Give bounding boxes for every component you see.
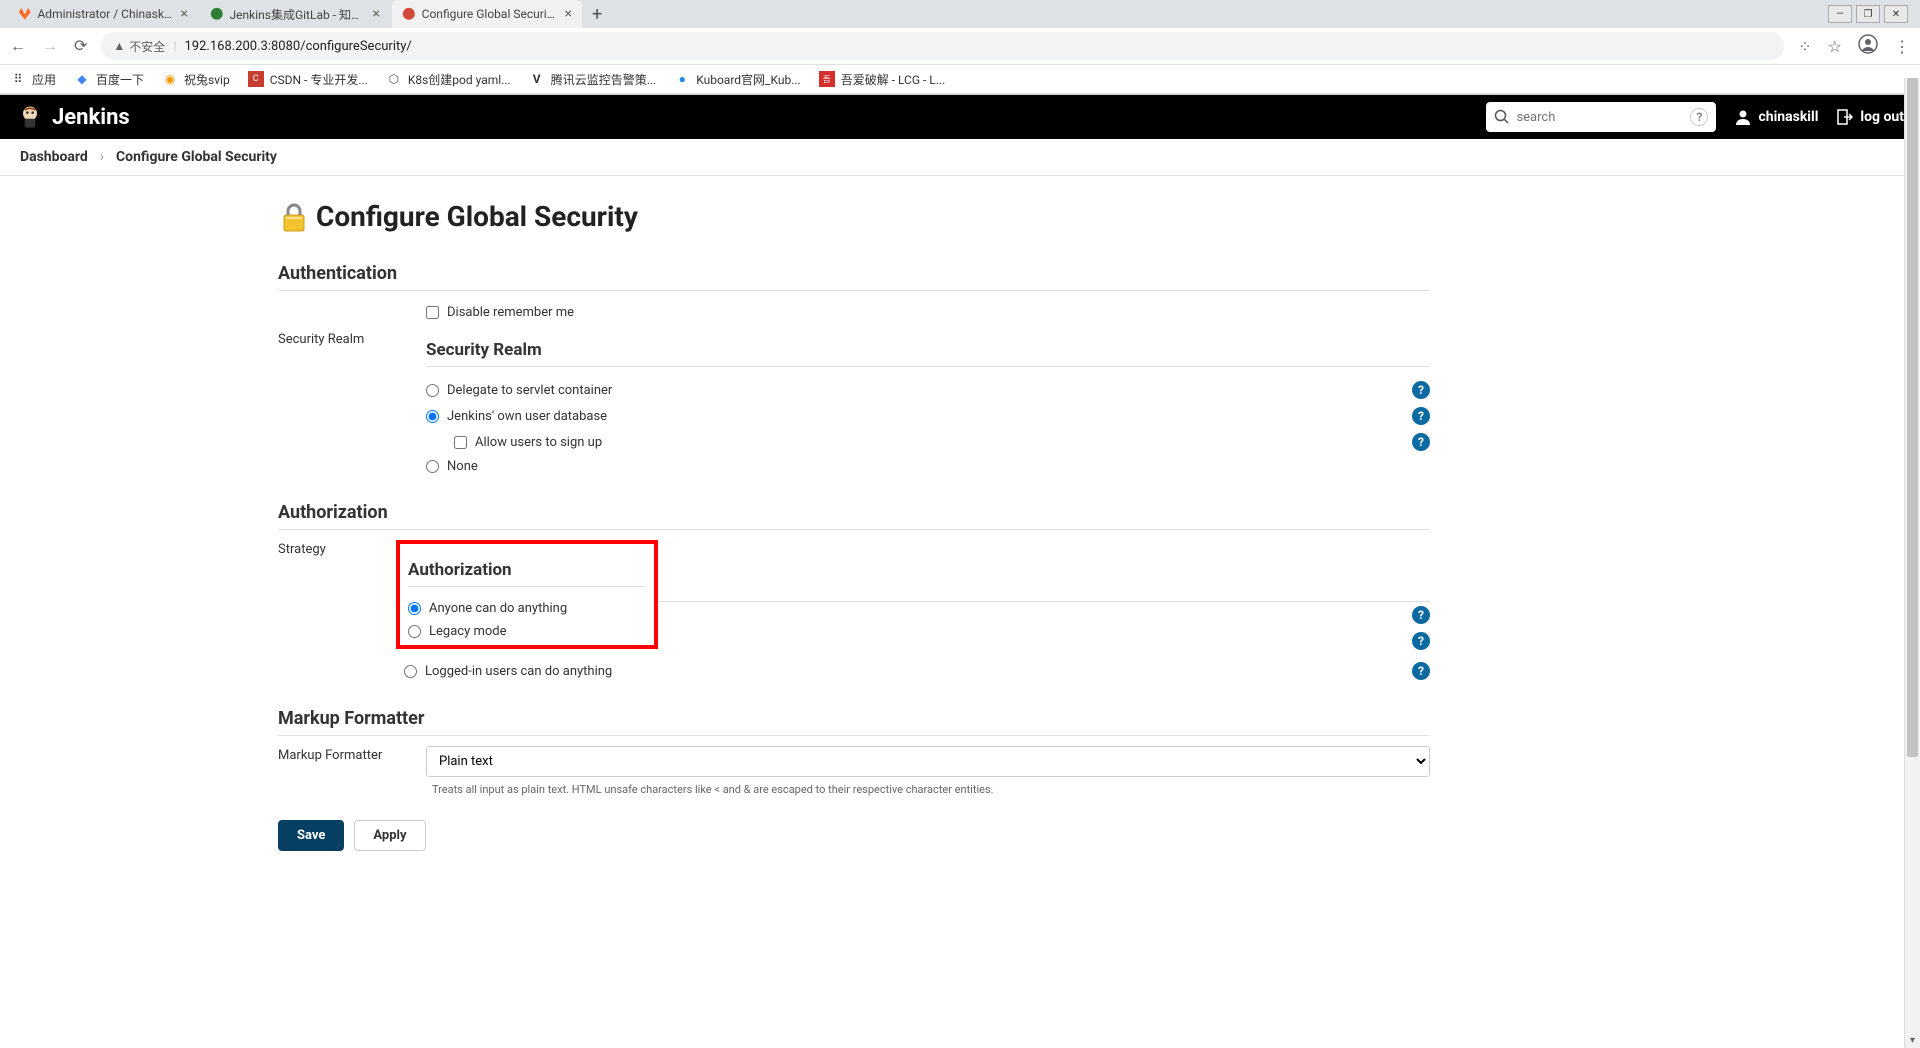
url-text: 192.168.200.3:8080/configureSecurity/ bbox=[185, 39, 412, 54]
loggedin-radio[interactable] bbox=[404, 665, 417, 678]
forward-icon[interactable]: → bbox=[42, 36, 58, 56]
security-realm-label: Security Realm bbox=[278, 330, 426, 347]
tab-close-icon[interactable]: × bbox=[373, 6, 380, 22]
anyone-radio[interactable] bbox=[408, 602, 421, 615]
tab-close-icon[interactable]: × bbox=[181, 6, 188, 22]
scrollbar-thumb[interactable] bbox=[1907, 78, 1918, 757]
browser-tab-3-active[interactable]: Configure Global Security [Jen × bbox=[392, 0, 582, 28]
page-title: Configure Global Security bbox=[278, 200, 1430, 233]
help-icon[interactable]: ? bbox=[1412, 632, 1430, 650]
window-minimize-icon[interactable]: — bbox=[1828, 5, 1852, 23]
anyone-label: Anyone can do anything bbox=[429, 601, 567, 616]
loggedin-label: Logged-in users can do anything bbox=[425, 664, 612, 679]
authorization-section-title: Authorization bbox=[278, 502, 1430, 530]
help-icon[interactable]: ? bbox=[1412, 407, 1430, 425]
lock-icon bbox=[278, 201, 310, 233]
apply-button[interactable]: Apply bbox=[354, 820, 425, 851]
back-icon[interactable]: ← bbox=[10, 36, 26, 56]
breadcrumb-dashboard[interactable]: Dashboard bbox=[20, 149, 88, 165]
csdn-icon: C bbox=[248, 71, 264, 87]
bookmark-item[interactable]: ◉祝兔svip bbox=[162, 71, 230, 88]
delegate-radio[interactable] bbox=[426, 384, 439, 397]
breadcrumb: Dashboard › Configure Global Security bbox=[0, 139, 1920, 176]
star-bookmark-icon[interactable]: ☆ bbox=[1828, 37, 1842, 56]
delegate-label: Delegate to servlet container bbox=[447, 383, 612, 398]
markup-section-title: Markup Formatter bbox=[278, 708, 1430, 736]
gitlab-favicon-icon bbox=[18, 6, 31, 22]
bookmark-item[interactable]: 吾吾爱破解 - LCG - L... bbox=[819, 71, 946, 88]
brand-text: Jenkins bbox=[52, 105, 130, 130]
bookmark-item[interactable]: ⬡K8s创建pod yaml... bbox=[386, 71, 511, 88]
jenkins-logo[interactable]: Jenkins bbox=[16, 103, 130, 131]
window-close-icon[interactable]: ✕ bbox=[1884, 5, 1908, 23]
search-help-icon[interactable]: ? bbox=[1690, 108, 1708, 126]
k8s-icon: ⬡ bbox=[386, 71, 402, 87]
security-realm-heading: Security Realm bbox=[426, 340, 1430, 367]
tab-title: Administrator / ChinaskillProje bbox=[37, 7, 174, 21]
bookmark-item[interactable]: V腾讯云监控告警策... bbox=[529, 71, 657, 88]
help-icon[interactable]: ? bbox=[1412, 662, 1430, 680]
zhihu-favicon-icon bbox=[210, 6, 224, 22]
browser-tab-1[interactable]: Administrator / ChinaskillProje × bbox=[8, 0, 198, 28]
markup-formatter-select[interactable]: Plain text bbox=[426, 746, 1430, 777]
menu-icon[interactable]: ⋮ bbox=[1894, 37, 1910, 56]
rabbit-icon: ◉ bbox=[162, 71, 178, 87]
security-warning-icon: ▲ 不安全 bbox=[113, 38, 165, 55]
browser-tab-2[interactable]: Jenkins集成GitLab - 知乎 - osc × bbox=[200, 0, 390, 28]
kuboard-icon: ● bbox=[674, 71, 690, 87]
jenkins-favicon-icon bbox=[402, 6, 416, 22]
bookmark-item[interactable]: CCSDN - 专业开发... bbox=[248, 71, 368, 88]
v-letter-icon: V bbox=[529, 71, 545, 87]
pojie-icon: 吾 bbox=[819, 71, 835, 87]
logout-button[interactable]: log out bbox=[1836, 108, 1904, 126]
new-tab-button[interactable]: + bbox=[584, 4, 610, 25]
window-maximize-icon[interactable]: ❐ bbox=[1856, 5, 1880, 23]
bookmark-item[interactable]: ●Kuboard官网_Kub... bbox=[674, 71, 801, 88]
username-text: chinaskill bbox=[1758, 109, 1818, 125]
disable-remember-checkbox[interactable] bbox=[426, 306, 439, 319]
translate-icon[interactable]: ⁘ bbox=[1798, 37, 1811, 56]
legacy-radio[interactable] bbox=[408, 625, 421, 638]
allow-signup-label: Allow users to sign up bbox=[475, 435, 602, 450]
legacy-label: Legacy mode bbox=[429, 624, 507, 639]
help-icon[interactable]: ? bbox=[1412, 381, 1430, 399]
search-icon bbox=[1494, 109, 1510, 125]
baidu-icon: ◆ bbox=[74, 71, 90, 87]
markup-formatter-label: Markup Formatter bbox=[278, 746, 426, 763]
user-icon bbox=[1734, 108, 1752, 126]
user-menu[interactable]: chinaskill bbox=[1734, 108, 1818, 126]
tab-title: Configure Global Security [Jen bbox=[422, 7, 559, 21]
tab-close-icon[interactable]: × bbox=[565, 6, 572, 22]
search-input[interactable] bbox=[1516, 110, 1684, 125]
logout-text: log out bbox=[1860, 109, 1904, 125]
logout-icon bbox=[1836, 108, 1854, 126]
browser-tab-bar: Administrator / ChinaskillProje × Jenkin… bbox=[0, 0, 1920, 28]
apps-button[interactable]: ⠿应用 bbox=[10, 71, 56, 88]
disable-remember-label: Disable remember me bbox=[447, 305, 574, 320]
help-icon[interactable]: ? bbox=[1412, 606, 1430, 624]
scroll-down-icon[interactable]: ▾ bbox=[1905, 1032, 1920, 1048]
jenkins-mascot-icon bbox=[16, 103, 44, 131]
own-db-label: Jenkins' own user database bbox=[447, 409, 607, 424]
profile-icon[interactable] bbox=[1858, 34, 1878, 58]
authorization-heading: Authorization bbox=[408, 560, 646, 587]
address-bar[interactable]: ▲ 不安全 | 192.168.200.3:8080/configureSecu… bbox=[101, 32, 1784, 60]
vertical-scrollbar[interactable]: ▴ ▾ bbox=[1904, 78, 1920, 1048]
save-button[interactable]: Save bbox=[278, 820, 344, 851]
apps-grid-icon: ⠿ bbox=[10, 71, 26, 87]
none-radio[interactable] bbox=[426, 460, 439, 473]
authentication-section-title: Authentication bbox=[278, 263, 1430, 291]
allow-signup-checkbox[interactable] bbox=[454, 436, 467, 449]
none-label: None bbox=[447, 459, 478, 474]
reload-icon[interactable]: ⟳ bbox=[74, 36, 87, 56]
own-db-radio[interactable] bbox=[426, 410, 439, 423]
breadcrumb-separator-icon: › bbox=[100, 149, 104, 165]
search-box[interactable]: ? bbox=[1486, 102, 1716, 132]
tab-title: Jenkins集成GitLab - 知乎 - osc bbox=[230, 6, 367, 23]
markup-help-text: Treats all input as plain text. HTML uns… bbox=[426, 783, 1430, 796]
help-icon[interactable]: ? bbox=[1412, 433, 1430, 451]
bookmark-item[interactable]: ◆百度一下 bbox=[74, 71, 144, 88]
highlighted-authorization-box: Authorization Anyone can do anything Leg… bbox=[396, 540, 658, 649]
breadcrumb-current[interactable]: Configure Global Security bbox=[116, 149, 277, 165]
